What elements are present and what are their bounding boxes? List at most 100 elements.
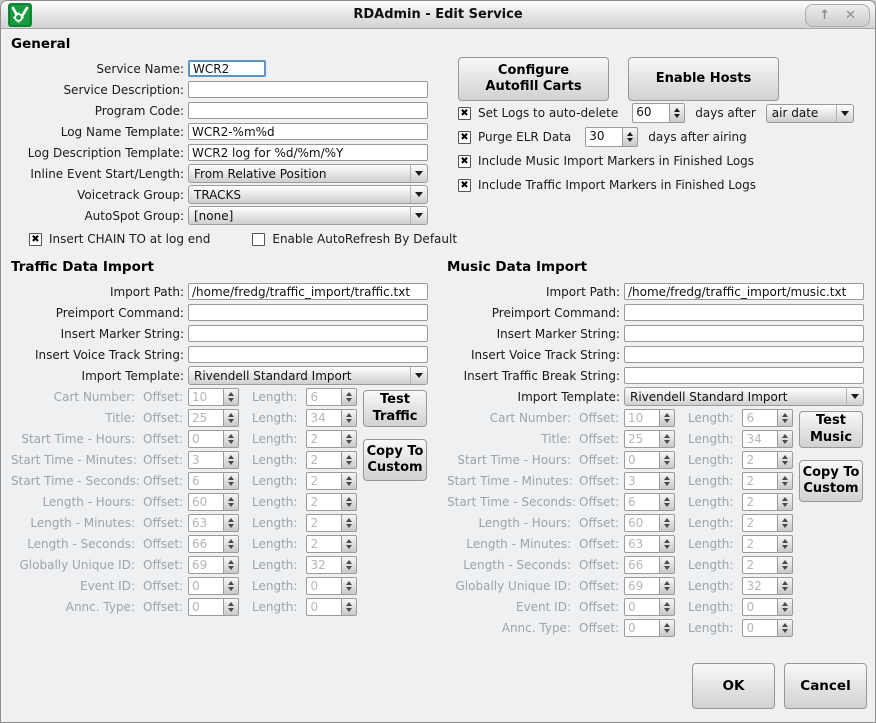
spin-down-icon[interactable] (674, 114, 680, 118)
field-name-label: Title: (447, 432, 579, 446)
ok-button[interactable]: OK (692, 663, 775, 709)
spin-down-icon (228, 608, 234, 612)
program-code-input[interactable] (188, 102, 428, 119)
spinner-arrows-icon[interactable] (623, 127, 638, 147)
log-name-template-input[interactable] (188, 123, 428, 140)
offset-spinbox: 0 (624, 619, 675, 637)
spin-down-icon (664, 440, 670, 444)
autospot-group-row: AutoSpot Group: [none] (11, 205, 443, 226)
spin-up-icon (782, 413, 788, 417)
offset-value: 3 (188, 451, 224, 469)
enable-autorefresh-checkbox[interactable] (252, 233, 265, 246)
configure-autofill-carts-button[interactable]: Configure Autofill Carts (458, 57, 609, 101)
auto-delete-checkbox[interactable]: ✖ (458, 107, 471, 120)
spinner-arrows-icon (778, 514, 793, 532)
auto-delete-reference-combo[interactable]: air date (766, 104, 854, 123)
field-name-label: Start Time - Seconds: (11, 474, 143, 488)
enable-hosts-button[interactable]: Enable Hosts (628, 57, 779, 101)
traffic-import-path-input[interactable] (188, 283, 428, 300)
music-import-path-input[interactable] (624, 283, 864, 300)
length-value: 2 (742, 493, 778, 511)
title-bar[interactable]: RDAdmin - Edit Service ↑ ✕ (1, 1, 875, 29)
spin-up-icon[interactable] (674, 108, 680, 112)
music-import-template-combo[interactable]: Rivendell Standard Import (624, 387, 864, 406)
rivendell-logo-icon (8, 3, 32, 27)
spinner-arrows-icon (660, 409, 675, 427)
purge-elr-checkbox[interactable]: ✖ (458, 131, 471, 144)
spin-up-icon (782, 539, 788, 543)
traffic-insert-marker-label: Insert Marker String: (11, 327, 188, 341)
traffic-copy-to-custom-button[interactable]: Copy To Custom (363, 439, 427, 481)
offset-value: 6 (624, 493, 660, 511)
close-window-icon[interactable]: ✕ (845, 7, 856, 24)
service-name-label: Service Name: (11, 62, 188, 76)
offset-value: 63 (624, 535, 660, 553)
length-caption: Length: (688, 495, 733, 509)
offset-caption: Offset: (143, 474, 187, 488)
voicetrack-group-row: Voicetrack Group: TRACKS (11, 184, 443, 205)
spin-down-icon (664, 545, 670, 549)
spinner-arrows-icon[interactable] (670, 103, 685, 123)
spinner-arrows-icon (224, 472, 239, 490)
auto-delete-days-spinbox[interactable]: 60 (632, 103, 685, 123)
length-spinbox: 2 (306, 514, 357, 532)
traffic-insert-voice-track-input[interactable] (188, 346, 428, 363)
inline-event-combo[interactable]: From Relative Position (188, 164, 428, 183)
offset-caption: Offset: (579, 621, 623, 635)
length-caption: Length: (252, 390, 297, 404)
spinner-arrows-icon (778, 409, 793, 427)
voicetrack-group-combo[interactable]: TRACKS (188, 185, 428, 204)
spinner-arrows-icon (342, 556, 357, 574)
service-description-input[interactable] (188, 81, 428, 98)
length-caption: Length: (252, 495, 297, 509)
spinner-arrows-icon (660, 556, 675, 574)
music-markers-checkbox[interactable]: ✖ (458, 155, 471, 168)
traffic-import-template-combo[interactable]: Rivendell Standard Import (188, 366, 428, 385)
spinner-arrows-icon (778, 472, 793, 490)
shade-window-icon[interactable]: ↑ (819, 7, 830, 24)
inline-event-row: Inline Event Start/Length: From Relative… (11, 163, 443, 184)
music-preimport-command-row: Preimport Command: (447, 302, 876, 323)
offset-length-row: Event ID: Offset: 0 Length: 0 (447, 596, 876, 617)
offset-spinbox: 25 (624, 430, 675, 448)
offset-value: 63 (188, 514, 224, 532)
spin-down-icon (782, 629, 788, 633)
spin-down-icon[interactable] (627, 138, 633, 142)
music-insert-voice-track-input[interactable] (624, 346, 864, 363)
offset-caption: Offset: (143, 495, 187, 509)
spin-up-icon (346, 581, 352, 585)
length-caption: Length: (252, 600, 297, 614)
offset-spinbox: 3 (188, 451, 239, 469)
test-music-button[interactable]: Test Music (799, 411, 863, 448)
length-caption: Length: (252, 411, 297, 425)
music-insert-traffic-break-input[interactable] (624, 367, 864, 384)
music-insert-marker-input[interactable] (624, 325, 864, 342)
music-preimport-command-input[interactable] (624, 304, 864, 321)
offset-caption: Offset: (143, 432, 187, 446)
spin-up-icon (664, 434, 670, 438)
service-name-input[interactable] (188, 60, 266, 77)
autospot-group-combo[interactable]: [none] (188, 206, 428, 225)
test-traffic-button[interactable]: Test Traffic (363, 390, 427, 427)
check-mark-icon: ✖ (460, 180, 468, 191)
length-value: 2 (306, 493, 342, 511)
spin-up-icon[interactable] (627, 132, 633, 136)
length-caption: Length: (688, 474, 733, 488)
length-caption: Length: (252, 558, 297, 572)
spin-down-icon (346, 419, 352, 423)
cancel-button[interactable]: Cancel (784, 663, 867, 709)
traffic-insert-marker-input[interactable] (188, 325, 428, 342)
music-preimport-command-label: Preimport Command: (447, 306, 624, 320)
chevron-down-icon (836, 105, 853, 122)
traffic-preimport-command-input[interactable] (188, 304, 428, 321)
length-caption: Length: (688, 432, 733, 446)
offset-length-row: Length - Hours: Offset: 60 Length: 2 (11, 491, 443, 512)
spinner-arrows-icon (778, 598, 793, 616)
music-copy-to-custom-button[interactable]: Copy To Custom (799, 460, 863, 502)
insert-chain-to-checkbox[interactable]: ✖ (29, 233, 42, 246)
offset-value: 69 (624, 577, 660, 595)
purge-elr-days-spinbox[interactable]: 30 (585, 127, 638, 147)
log-description-template-input[interactable] (188, 144, 428, 161)
length-spinbox: 0 (742, 598, 793, 616)
traffic-markers-checkbox[interactable]: ✖ (458, 179, 471, 192)
